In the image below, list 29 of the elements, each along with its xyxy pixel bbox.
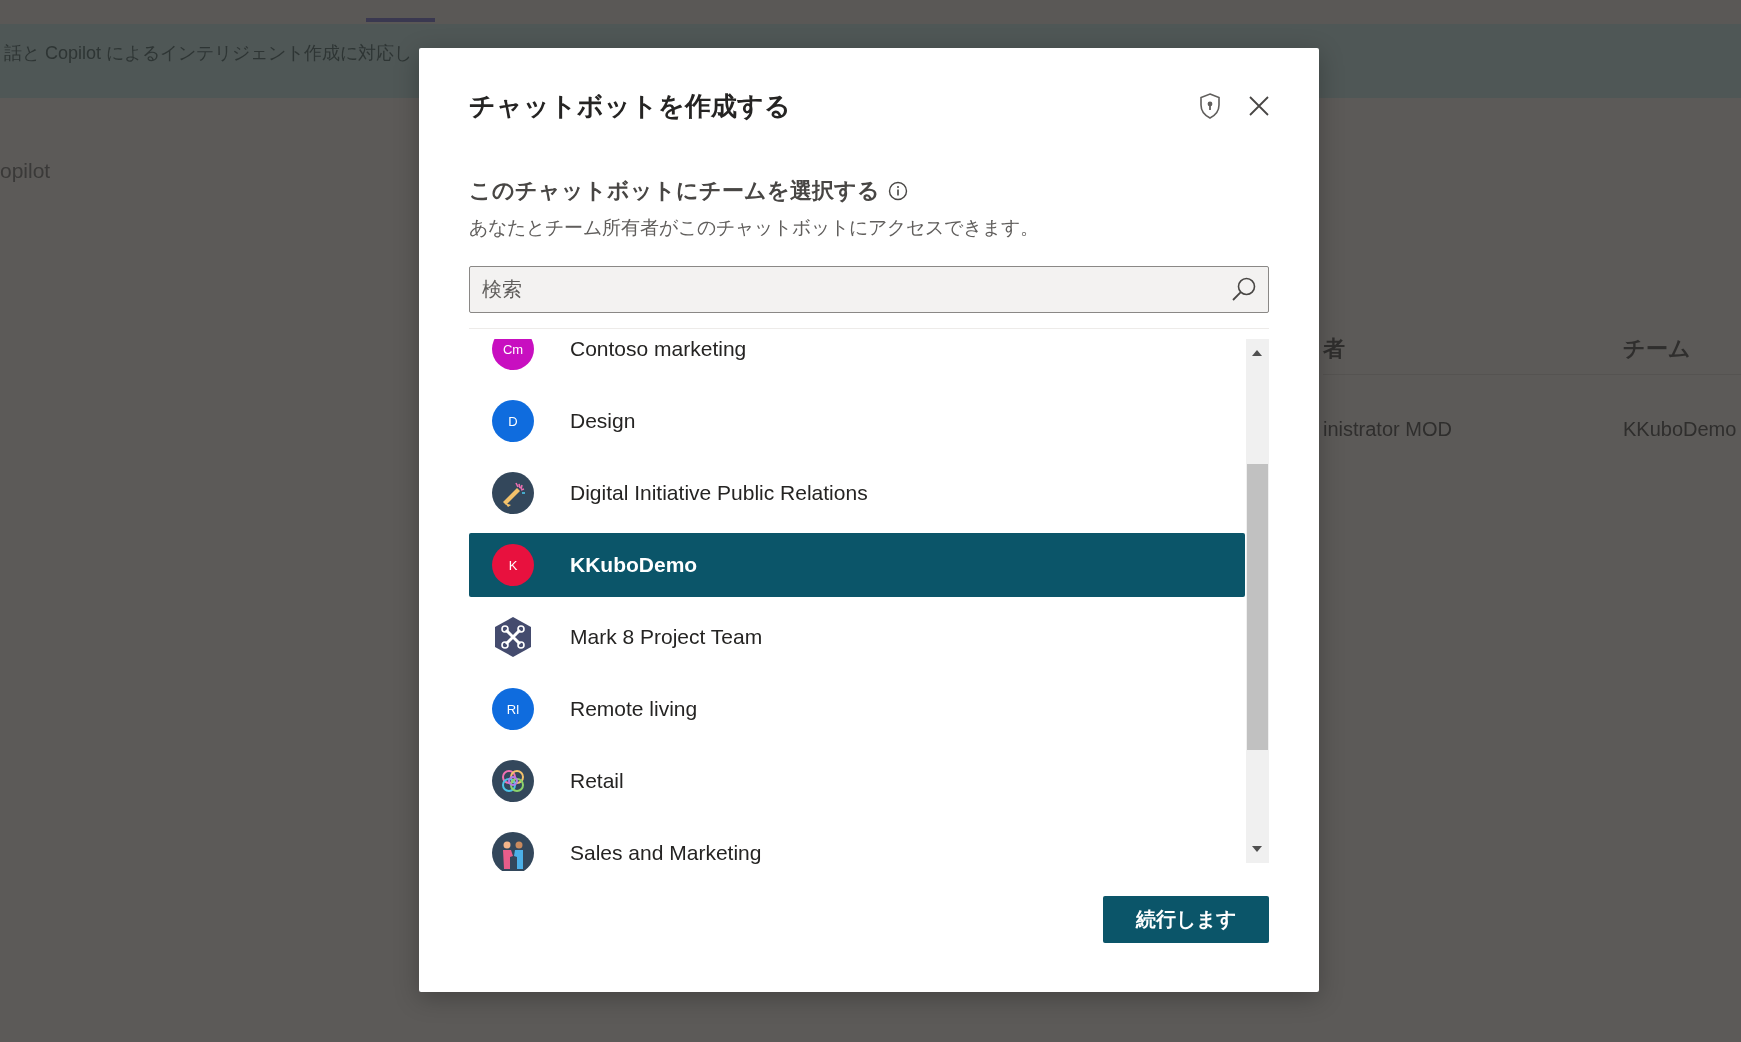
team-item[interactable]: Rl Remote living [469, 677, 1245, 741]
team-item[interactable]: D Design [469, 389, 1245, 453]
team-item[interactable]: Sales and Marketing [469, 821, 1245, 871]
section-title: このチャットボットにチームを選択する [469, 177, 880, 205]
avatar-initials: D [508, 413, 518, 429]
dialog-title: チャットボットを作成する [469, 90, 792, 123]
info-icon[interactable] [888, 181, 908, 201]
scrollbar[interactable] [1246, 339, 1269, 863]
drone-icon [492, 616, 534, 658]
scroll-up-icon[interactable] [1251, 349, 1263, 357]
tab-indicator [366, 18, 435, 22]
scrollbar-thumb[interactable] [1247, 464, 1268, 750]
people-icon [492, 832, 534, 871]
search-field[interactable]: 検索 [469, 266, 1269, 313]
team-item[interactable]: Retail [469, 749, 1245, 813]
search-icon [1231, 276, 1257, 302]
team-item[interactable]: K KKuboDemo [469, 533, 1245, 597]
avatar-initials: Cm [502, 341, 524, 357]
team-item[interactable]: Mark 8 Project Team [469, 605, 1245, 669]
team-item[interactable]: Digital Initiative Public Relations [469, 461, 1245, 525]
avatar-initials: K [508, 557, 518, 573]
team-item[interactable]: Cm Contoso marketing [469, 339, 1245, 381]
megaphone-icon [492, 472, 534, 514]
knot-icon [492, 760, 534, 802]
description: あなたとチーム所有者がこのチャットボットにアクセスできます。 [469, 216, 1040, 240]
continue-button[interactable]: 続行します [1103, 896, 1269, 943]
shield-icon[interactable] [1199, 93, 1221, 119]
avatar-initials: Rl [506, 701, 520, 717]
scroll-down-icon[interactable] [1251, 845, 1263, 853]
